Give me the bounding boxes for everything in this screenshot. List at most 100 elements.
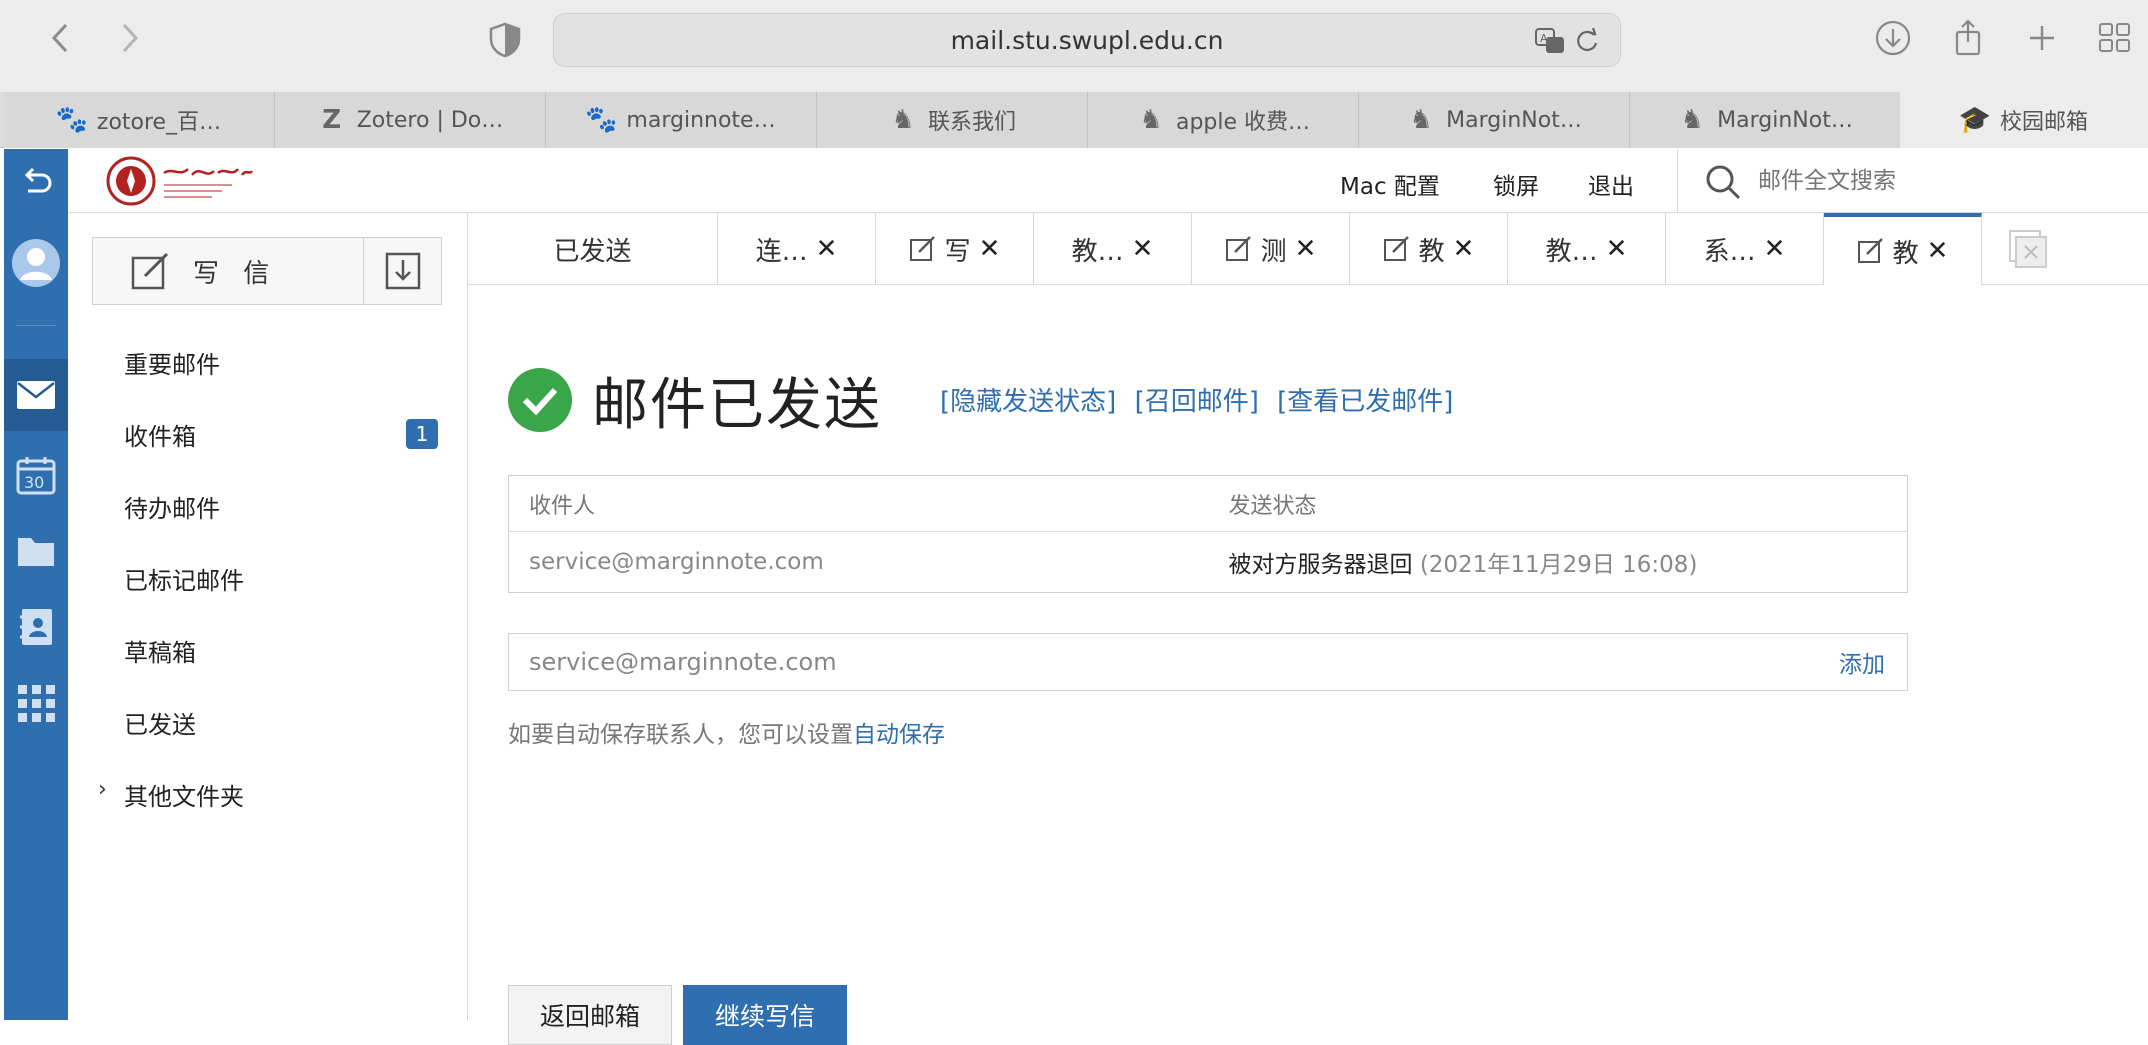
translate-icon[interactable]: A (1534, 26, 1566, 56)
mail-envelope-icon[interactable] (4, 359, 68, 431)
close-icon[interactable]: ✕ (1295, 234, 1317, 264)
view-sent-link[interactable]: [查看已发邮件] (1277, 387, 1453, 417)
download-icon[interactable] (1873, 18, 1913, 58)
compose-pencil-icon (131, 252, 169, 290)
mail-tab-label: 教… (1071, 236, 1124, 267)
svg-text:A: A (1540, 32, 1548, 45)
folder-inbox[interactable]: 收件箱 (124, 417, 196, 452)
sent-actions: [隐藏发送状态] [召回邮件] [查看已发邮件] (940, 381, 1463, 418)
close-icon[interactable]: ✕ (1453, 234, 1475, 264)
close-icon[interactable]: ✕ (1606, 234, 1628, 264)
autosave-hint: 如要自动保存联系人，您可以设置自动保存 (508, 715, 945, 749)
check-circle-icon (508, 368, 572, 432)
browser-tab[interactable]: 🐾 zotore_百… (4, 92, 275, 148)
contacts-book-icon[interactable] (4, 591, 68, 663)
browser-tab[interactable]: ♞ MarginNot… (1359, 92, 1630, 148)
apps-grid-icon[interactable] (4, 667, 68, 739)
page-title: 邮件已发送 (592, 372, 882, 438)
add-contact-link[interactable]: 添加 (1839, 645, 1885, 679)
continue-writing-button[interactable]: 继续写信 (683, 985, 847, 1045)
mail-tab[interactable]: 教… ✕ (1034, 213, 1192, 285)
mail-search-input[interactable] (1758, 161, 2118, 201)
mail-tab-label: 连… (755, 236, 808, 267)
university-name-logotype (163, 168, 254, 198)
compose-group: 写 信 (92, 237, 442, 305)
status-text: 被对方服务器退回 (1228, 552, 1413, 578)
reload-icon[interactable] (1574, 26, 1600, 56)
privacy-shield-icon[interactable] (488, 22, 522, 58)
download-tray-icon (385, 252, 421, 290)
mail-tab[interactable]: 写 ✕ (876, 213, 1034, 285)
close-all-tabs-icon[interactable] (2008, 229, 2048, 269)
table-header-row: 收件人 发送状态 (508, 475, 1908, 532)
share-icon[interactable] (1948, 18, 1988, 58)
mail-tab-active[interactable]: 教 ✕ (1824, 213, 1982, 285)
hide-status-link[interactable]: [隐藏发送状态] (940, 387, 1116, 417)
mail-tab[interactable]: 系… ✕ (1666, 213, 1824, 285)
close-icon[interactable]: ✕ (1927, 236, 1949, 266)
undo-arrow-icon[interactable] (4, 149, 68, 213)
sent-heading: 邮件已发送 (508, 365, 882, 438)
mail-tab-label: 写 (944, 236, 971, 267)
calendar-icon[interactable]: 30 (4, 439, 68, 511)
folder-icon[interactable] (4, 515, 68, 587)
folder-flagged[interactable]: 已标记邮件 (124, 561, 244, 596)
back-arrow-icon[interactable] (40, 18, 80, 58)
folder-todo[interactable]: 待办邮件 (124, 489, 220, 524)
baidu-paw-icon: 🐾 (585, 105, 618, 135)
mail-app: 30 Mac 配置 锁屏 退出 邮件全文搜索 写 信 重要邮件 收件箱 1 待办… (0, 149, 2148, 1045)
graduation-cap-icon: 🎓 (1958, 105, 1992, 135)
browser-tab-label: marginnote… (626, 107, 776, 133)
sent-result-panel: 邮件已发送 [隐藏发送状态] [召回邮件] [查看已发邮件] 收件人 发送状态 … (508, 285, 1908, 1045)
logout-link[interactable]: 退出 (1588, 167, 1634, 201)
lock-screen-link[interactable]: 锁屏 (1493, 167, 1539, 201)
svg-text:30: 30 (24, 473, 44, 492)
new-tab-plus-icon[interactable] (2022, 18, 2062, 58)
folder-sidebar: 写 信 重要邮件 收件箱 1 待办邮件 已标记邮件 草稿箱 已发送 › 其他文件… (68, 213, 468, 1020)
folder-important[interactable]: 重要邮件 (124, 345, 220, 380)
mail-tab-label: 教 (1418, 236, 1445, 267)
folder-drafts[interactable]: 草稿箱 (124, 633, 196, 668)
import-button[interactable] (364, 238, 442, 304)
browser-tab[interactable]: ♞ MarginNot… (1630, 92, 1901, 148)
autosave-link[interactable]: 自动保存 (853, 722, 945, 748)
browser-tab[interactable]: Z Zotero | Do… (275, 92, 546, 148)
close-icon[interactable]: ✕ (979, 234, 1001, 264)
folder-sent[interactable]: 已发送 (124, 705, 196, 740)
avatar[interactable] (4, 225, 68, 301)
compose-button[interactable]: 写 信 (93, 238, 363, 304)
close-icon[interactable]: ✕ (1764, 234, 1786, 264)
back-to-mailbox-button[interactable]: 返回邮箱 (508, 985, 672, 1045)
mail-tab-sent[interactable]: 已发送 (468, 213, 718, 285)
browser-tab[interactable]: ♞ apple 收费… (1088, 92, 1359, 148)
mail-tab[interactable]: 连… ✕ (718, 213, 876, 285)
close-icon[interactable]: ✕ (816, 234, 838, 264)
tab-overview-icon[interactable] (2095, 18, 2135, 58)
browser-tab-label: 校园邮箱 (1999, 110, 2088, 135)
status-column-header: 发送状态 (1208, 475, 1908, 532)
forward-arrow-icon[interactable] (110, 18, 150, 58)
browser-tab[interactable]: 🐾 marginnote… (546, 92, 817, 148)
compose-pencil-icon (1225, 236, 1251, 261)
compose-pencil-icon (1383, 236, 1409, 261)
mac-config-link[interactable]: Mac 配置 (1340, 167, 1440, 201)
mail-tab[interactable]: 教… ✕ (1508, 213, 1666, 285)
folder-other[interactable]: 其他文件夹 (124, 777, 244, 812)
mail-tab[interactable]: 测 ✕ (1192, 213, 1350, 285)
unread-count-badge: 1 (406, 419, 438, 449)
browser-tab-label: 联系我们 (927, 110, 1016, 135)
recall-mail-link[interactable]: [召回邮件] (1135, 387, 1259, 417)
contact-address: service@marginnote.com (529, 648, 837, 676)
chevron-right-icon[interactable]: › (98, 777, 107, 802)
close-icon[interactable]: ✕ (1132, 234, 1154, 264)
add-contact-box: service@marginnote.com 添加 (508, 633, 1908, 691)
address-bar[interactable]: mail.stu.swupl.edu.cn A (553, 13, 1621, 67)
browser-tab[interactable]: ♞ 联系我们 (817, 92, 1088, 148)
hint-text: 如要自动保存联系人，您可以设置 (508, 722, 853, 748)
search-icon[interactable] (1704, 163, 1742, 201)
marginnote-icon: ♞ (1139, 105, 1163, 135)
compose-label: 写 信 (193, 258, 278, 289)
mail-tab-label: 测 (1260, 236, 1287, 267)
browser-tab-active[interactable]: 🎓 校园邮箱 (1900, 92, 2148, 148)
mail-tab[interactable]: 教 ✕ (1350, 213, 1508, 285)
